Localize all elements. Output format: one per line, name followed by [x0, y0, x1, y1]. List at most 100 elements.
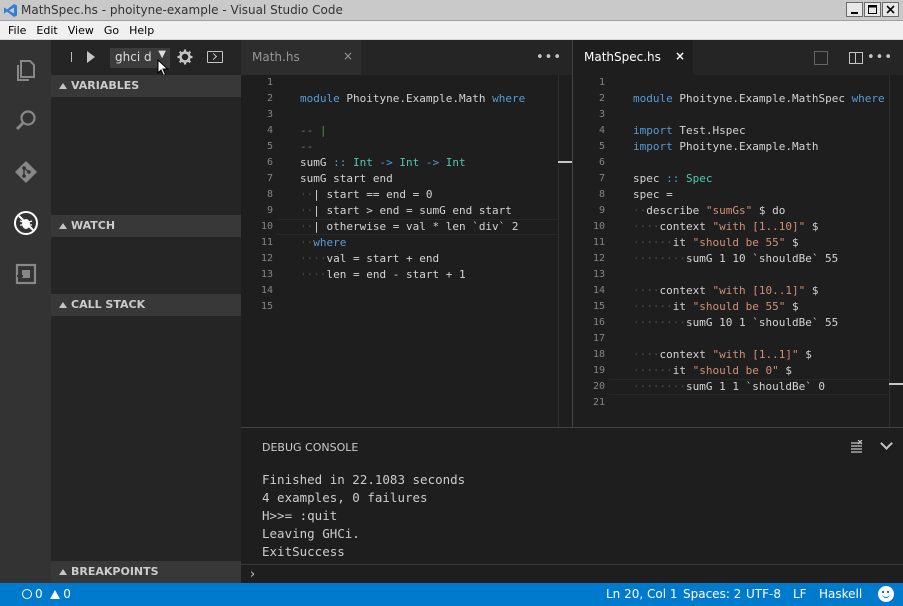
code-line[interactable]: 2 module Phoityne.Example.MathSpec where	[573, 91, 903, 107]
code-text: ··describe "sumGs" $ do	[633, 204, 786, 217]
encoding[interactable]: UTF-8	[746, 587, 781, 601]
scrollbar[interactable]	[889, 75, 903, 427]
watch-section-header[interactable]: WATCH	[51, 215, 241, 237]
code-line[interactable]: 12 ········sumG 1 10 `shouldBe` 55	[573, 251, 903, 267]
indentation[interactable]: Spaces: 2	[683, 587, 741, 601]
code-text: ··| otherwise = val * len `div` 2	[300, 220, 519, 233]
feedback-smiley-icon[interactable]	[878, 586, 894, 602]
scrollbar[interactable]	[558, 75, 572, 427]
more-actions-icon[interactable]: •••	[867, 50, 893, 65]
close-tab-icon[interactable]: ×	[675, 49, 685, 63]
menu-file[interactable]: File	[3, 24, 31, 37]
open-changes-icon[interactable]	[814, 51, 828, 65]
code-line[interactable]: 9 ··| start > end = sumG end start	[241, 203, 572, 219]
code-line[interactable]: 10 ····context "with [1..10]" $	[573, 219, 903, 235]
code-line[interactable]: 12 ····val = start + end	[241, 251, 572, 267]
code-line[interactable]: 5 import Phoityne.Example.Math	[573, 139, 903, 155]
tab-mathspec-hs[interactable]: MathSpec.hs ×	[573, 40, 693, 75]
cursor-position[interactable]: Ln 20, Col 1	[606, 587, 678, 601]
line-number: 16	[592, 317, 605, 328]
code-line[interactable]: 17	[573, 331, 903, 347]
breakpoints-section-header[interactable]: BREAKPOINTS	[51, 561, 241, 583]
more-actions-icon[interactable]: •••	[536, 50, 562, 65]
close-tab-icon[interactable]: ×	[343, 49, 353, 63]
clear-console-icon[interactable]	[850, 440, 863, 453]
line-number: 4	[266, 125, 273, 136]
call-stack-section-header[interactable]: CALL STACK	[51, 294, 241, 316]
line-number: 3	[598, 109, 605, 120]
menu-edit[interactable]: Edit	[31, 24, 62, 37]
editor-group-right: MathSpec.hs × ••• 1 2 module Phoityne.Exam…	[572, 40, 903, 427]
breakpoints-label: BREAKPOINTS	[71, 565, 159, 578]
code-line[interactable]: 11 ··where	[241, 235, 572, 251]
menu-view[interactable]: View	[63, 24, 99, 37]
line-number: 8	[266, 189, 273, 200]
code-line[interactable]: 2 module Phoityne.Example.Math where	[241, 91, 572, 107]
code-line[interactable]: 10 ··| otherwise = val * len `div` 2	[241, 219, 572, 235]
line-ending[interactable]: LF	[793, 587, 807, 601]
line-number: 17	[592, 333, 605, 344]
code-line[interactable]: 14	[241, 283, 572, 299]
tab-bar: Math.hs × •••	[241, 40, 572, 75]
tab-math-hs[interactable]: Math.hs ×	[241, 40, 361, 75]
explorer-button[interactable]	[0, 45, 51, 95]
code-line[interactable]: 11 ······it "should be 55" $	[573, 235, 903, 251]
menu-go[interactable]: Go	[99, 24, 124, 37]
code-text: ····len = end - start + 1	[300, 268, 466, 281]
code-area[interactable]: 1 2 module Phoityne.Example.MathSpec where…	[573, 75, 903, 411]
code-line[interactable]: 18 ····context "with [1..1]" $	[573, 347, 903, 363]
menu-bar: File Edit View Go Help	[0, 21, 903, 40]
code-line[interactable]: 7 sumG start end	[241, 171, 572, 187]
line-number: 21	[592, 397, 605, 408]
line-number: 5	[598, 141, 605, 152]
code-line[interactable]: 4 -- |	[241, 123, 572, 139]
split-editor-icon[interactable]	[849, 52, 863, 64]
code-line[interactable]: 3	[241, 107, 572, 123]
gear-icon[interactable]	[177, 49, 193, 65]
problems-indicator[interactable]: 0 0	[22, 587, 71, 601]
code-text: module Phoityne.Example.Math where	[300, 92, 526, 105]
menu-help[interactable]: Help	[124, 24, 159, 37]
line-number: 2	[266, 93, 273, 104]
search-button[interactable]	[0, 96, 51, 146]
maximize-button[interactable]	[864, 2, 881, 17]
line-number: 10	[260, 221, 273, 232]
code-line[interactable]: 1	[573, 75, 903, 91]
console-input[interactable]: ›	[241, 564, 903, 584]
start-debugging-icon[interactable]	[87, 51, 95, 63]
code-line[interactable]: 16 ········sumG 10 1 `shouldBe` 55	[573, 315, 903, 331]
variables-section-header[interactable]: VARIABLES	[51, 75, 241, 97]
git-button[interactable]	[0, 147, 51, 197]
code-line[interactable]: 13	[573, 267, 903, 283]
language-mode[interactable]: Haskell	[819, 587, 862, 601]
line-number: 12	[592, 253, 605, 264]
code-line[interactable]: 19 ······it "should be 0" $	[573, 363, 903, 379]
code-line[interactable]: 1	[241, 75, 572, 91]
line-number: 14	[260, 285, 273, 296]
code-line[interactable]: 20 ········sumG 1 1 `shouldBe` 0	[573, 379, 903, 395]
code-line[interactable]: 15	[241, 299, 572, 315]
code-line[interactable]: 4 import Test.Hspec	[573, 123, 903, 139]
code-line[interactable]: 14 ····context "with [10..1]" $	[573, 283, 903, 299]
extensions-button[interactable]	[0, 249, 51, 299]
code-line[interactable]: 21	[573, 395, 903, 411]
debug-button[interactable]	[0, 198, 51, 248]
code-line[interactable]: 9 ··describe "sumGs" $ do	[573, 203, 903, 219]
code-line[interactable]: 8 spec =	[573, 187, 903, 203]
code-line[interactable]: 3	[573, 107, 903, 123]
code-line[interactable]: 6 sumG :: Int -> Int -> Int	[241, 155, 572, 171]
minimize-button[interactable]	[846, 2, 863, 17]
code-area[interactable]: 1 2 module Phoityne.Example.Math where 3 4 --…	[241, 75, 572, 315]
code-line[interactable]: 8 ··| start == end = 0	[241, 187, 572, 203]
panel-title[interactable]: DEBUG CONSOLE	[262, 441, 358, 454]
close-window-button[interactable]	[882, 2, 899, 17]
code-line[interactable]: 13 ····len = end - start + 1	[241, 267, 572, 283]
code-line[interactable]: 6	[573, 155, 903, 171]
open-console-icon[interactable]	[207, 51, 223, 63]
expanded-icon	[59, 569, 67, 575]
code-line[interactable]: 7 spec :: Spec	[573, 171, 903, 187]
code-line[interactable]: 5 --	[241, 139, 572, 155]
code-line[interactable]: 15 ······it "should be 55" $	[573, 299, 903, 315]
chevron-down-icon[interactable]	[880, 437, 893, 450]
vscode-logo-icon	[4, 4, 17, 17]
